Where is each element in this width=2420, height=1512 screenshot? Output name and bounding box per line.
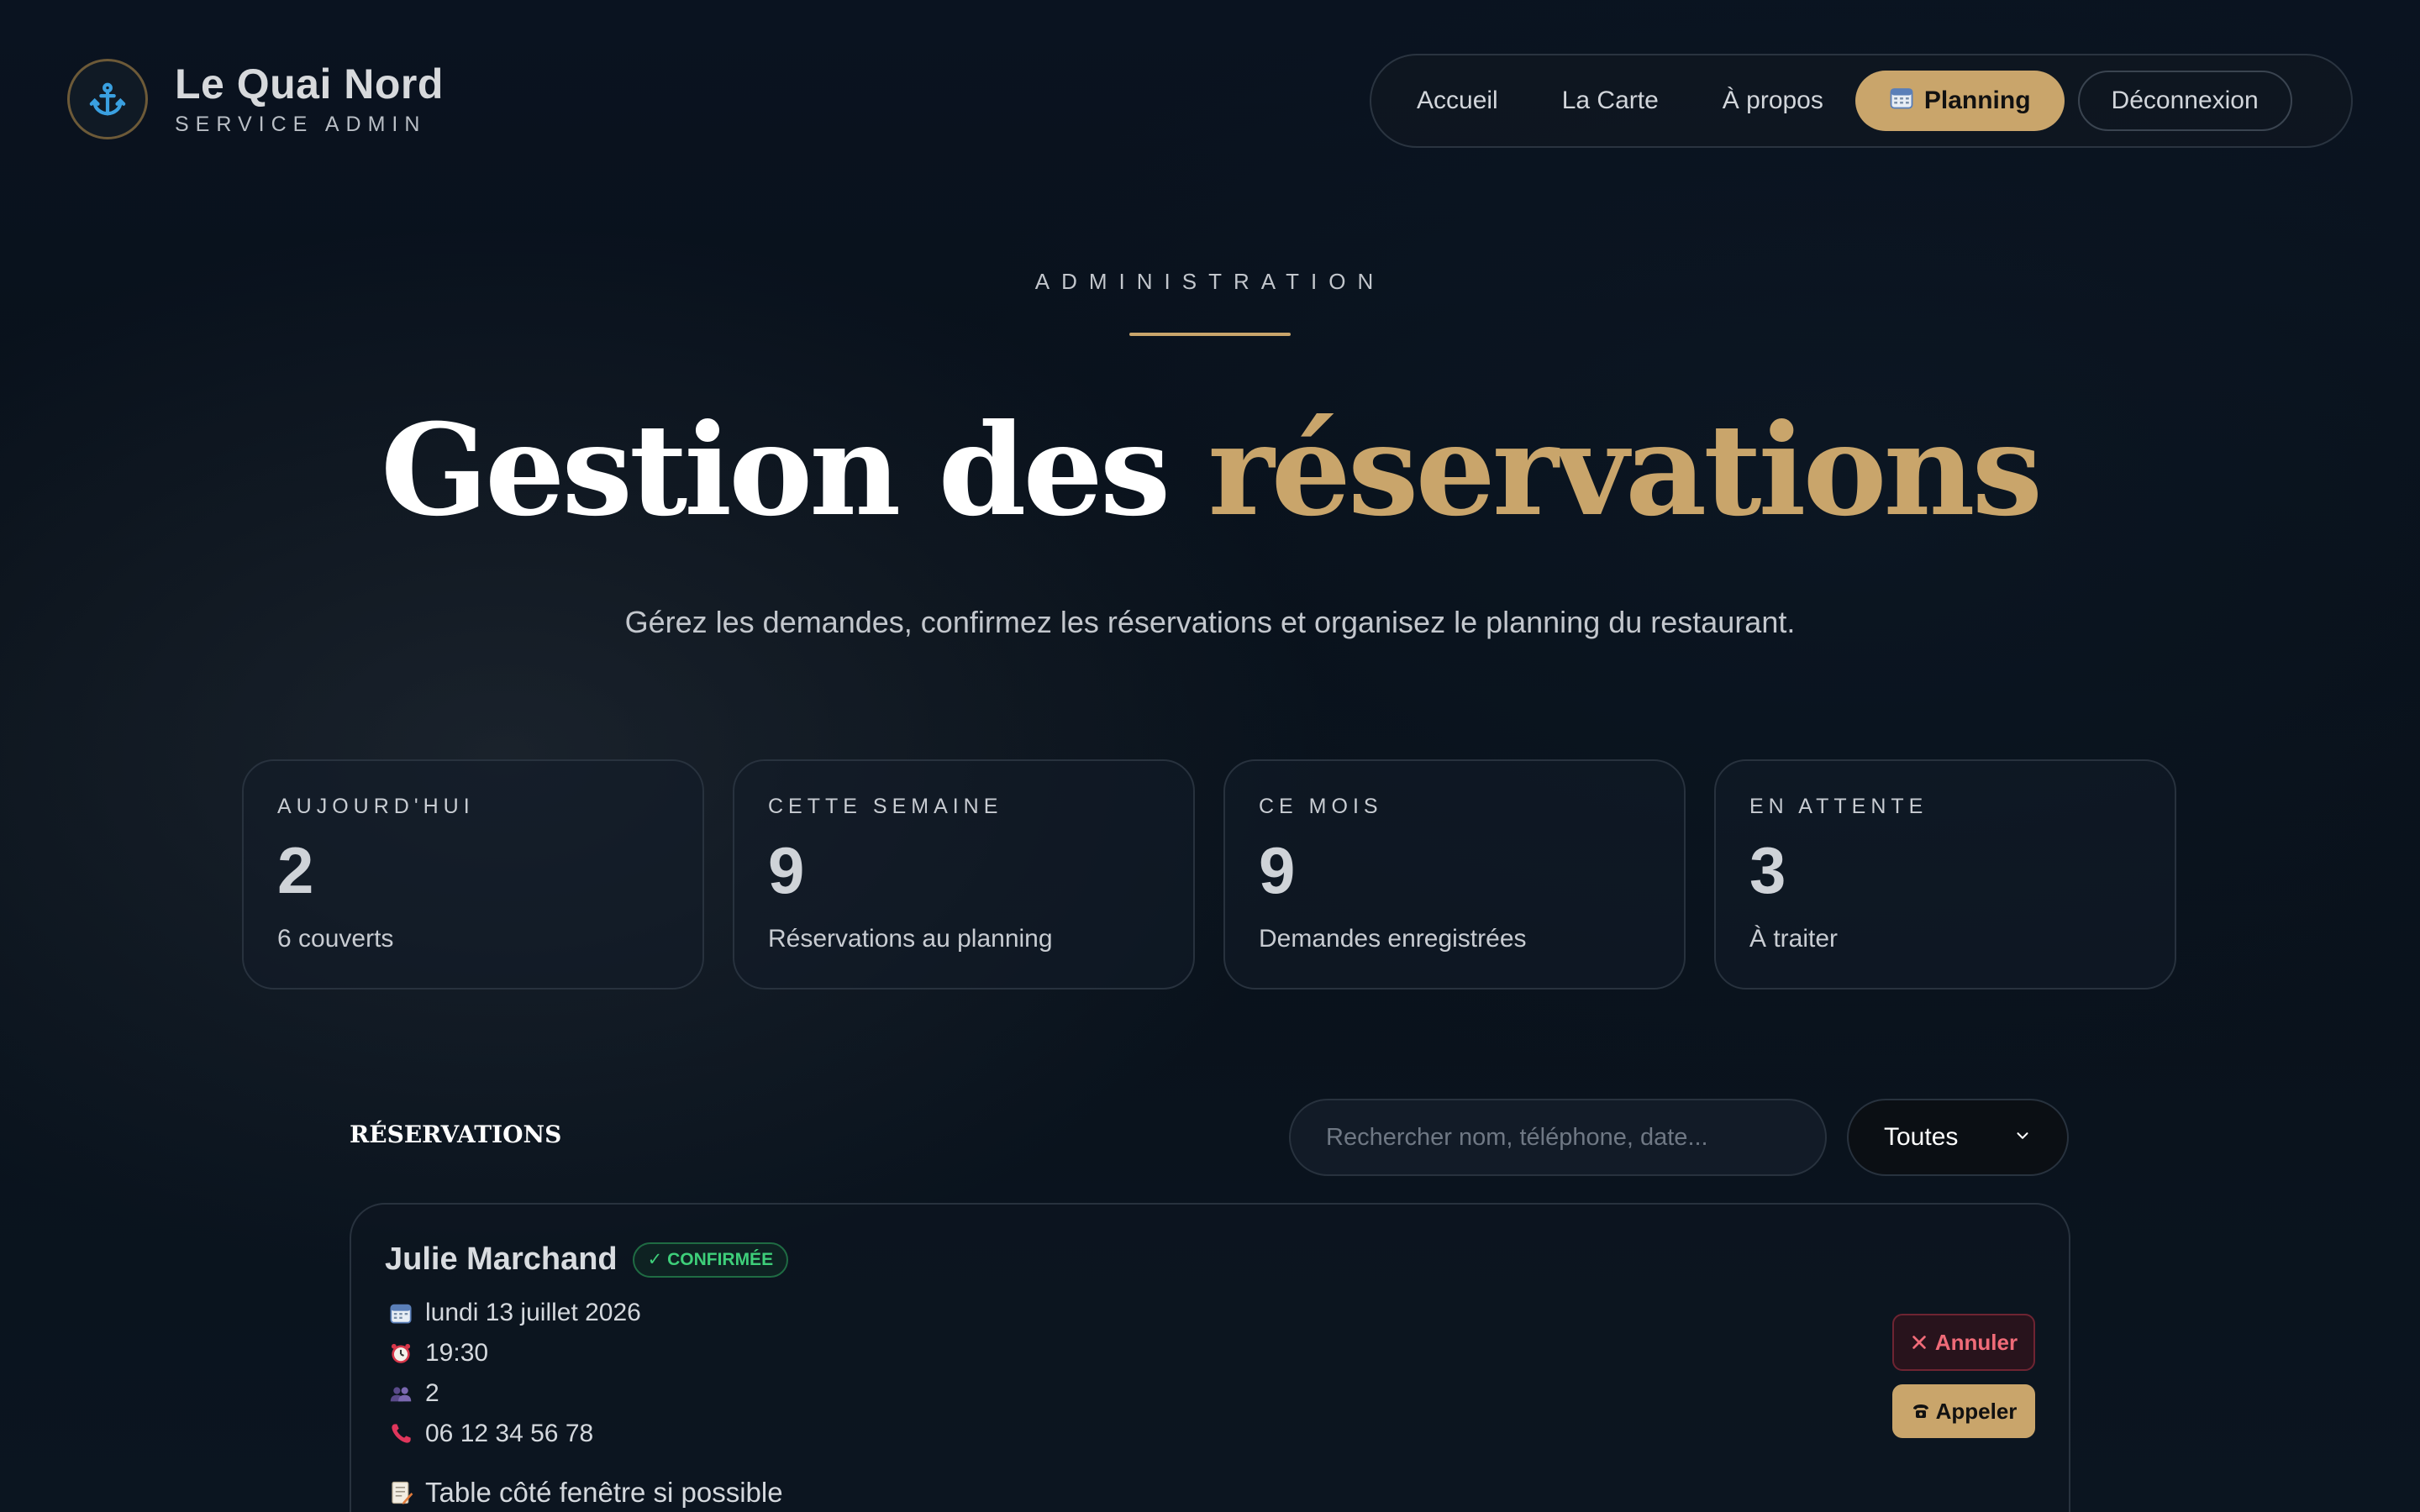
reservation-time-text: 19:30 bbox=[425, 1339, 489, 1367]
stat-card-pending: EN ATTENTE 3 À traiter bbox=[1714, 759, 2176, 990]
stat-desc: Réservations au planning bbox=[768, 925, 1053, 953]
phone-icon bbox=[388, 1421, 413, 1446]
brand-name: Le Quai Nord bbox=[175, 60, 444, 108]
stat-value: 9 bbox=[768, 833, 805, 907]
memo-icon bbox=[388, 1480, 413, 1505]
stat-value: 9 bbox=[1259, 833, 1296, 907]
cancel-label: Annuler bbox=[1934, 1329, 2018, 1355]
people-icon bbox=[388, 1381, 413, 1406]
stat-label: CE MOIS bbox=[1259, 795, 1383, 818]
reservation-date-text: lundi 13 juillet 2026 bbox=[425, 1299, 641, 1326]
nav-item-la-carte[interactable]: La Carte bbox=[1530, 71, 1691, 131]
brand-subtitle: SERVICE ADMIN bbox=[175, 113, 427, 136]
close-icon bbox=[1910, 1333, 1928, 1352]
calendar-icon bbox=[388, 1300, 413, 1326]
stat-card-today: AUJOURD'HUI 2 6 couverts bbox=[242, 759, 704, 990]
cancel-reservation-button[interactable]: Annuler bbox=[1892, 1314, 2035, 1371]
section-eyebrow: ADMINISTRATION bbox=[1034, 269, 1386, 294]
reservations-heading: RÉSERVATIONS bbox=[350, 1121, 562, 1148]
eyebrow-divider bbox=[1129, 333, 1291, 336]
anchor-icon bbox=[67, 59, 148, 139]
stat-card-month: CE MOIS 9 Demandes enregistrées bbox=[1223, 759, 1686, 990]
guest-name: Julie Marchand bbox=[385, 1242, 618, 1277]
reservation-note: Table côté fenêtre si possible bbox=[388, 1477, 783, 1509]
status-filter-select[interactable]: Toutes bbox=[1847, 1099, 2069, 1176]
telephone-icon bbox=[1911, 1401, 1931, 1421]
stats-row: AUJOURD'HUI 2 6 couverts CETTE SEMAINE 9… bbox=[242, 759, 2176, 990]
logout-button[interactable]: Déconnexion bbox=[2077, 71, 2292, 131]
reservation-time: 19:30 bbox=[388, 1339, 488, 1368]
stat-value: 3 bbox=[1749, 833, 1786, 907]
chevron-down-icon bbox=[2013, 1123, 2032, 1152]
stat-label: EN ATTENTE bbox=[1749, 795, 1928, 818]
nav-item-accueil[interactable]: Accueil bbox=[1385, 71, 1530, 131]
page-title-main: Gestion des bbox=[380, 396, 1171, 544]
page-title: Gestion des réservations bbox=[0, 395, 2420, 546]
admin-page: Le Quai Nord SERVICE ADMIN Accueil La Ca… bbox=[0, 0, 2420, 1512]
search-input[interactable]: Rechercher nom, téléphone, date... bbox=[1289, 1099, 1827, 1176]
reservation-note-text: Table côté fenêtre si possible bbox=[425, 1477, 783, 1508]
nav-item-a-propos[interactable]: À propos bbox=[1691, 71, 1855, 131]
page-title-accent: réservations bbox=[1207, 396, 2044, 544]
stat-desc: 6 couverts bbox=[277, 925, 394, 953]
nav-item-planning[interactable]: Planning bbox=[1854, 71, 2065, 131]
nav-item-planning-label: Planning bbox=[1923, 87, 2031, 114]
alarm-clock-icon bbox=[388, 1341, 413, 1366]
stat-desc: Demandes enregistrées bbox=[1259, 925, 1527, 953]
reservation-date: lundi 13 juillet 2026 bbox=[388, 1299, 641, 1327]
stat-desc: À traiter bbox=[1749, 925, 1839, 953]
call-button[interactable]: Appeler bbox=[1892, 1384, 2035, 1438]
page-subtitle: Gérez les demandes, confirmez les réserv… bbox=[624, 605, 1796, 639]
status-filter-value: Toutes bbox=[1884, 1123, 1959, 1151]
reservation-phone: 06 12 34 56 78 bbox=[388, 1420, 593, 1448]
stat-label: AUJOURD'HUI bbox=[277, 795, 475, 818]
reservation-guests-text: 2 bbox=[425, 1379, 439, 1407]
search-placeholder: Rechercher nom, téléphone, date... bbox=[1326, 1123, 1708, 1151]
reservation-phone-text: 06 12 34 56 78 bbox=[425, 1420, 594, 1447]
calendar-icon bbox=[1889, 85, 1914, 117]
call-label: Appeler bbox=[1935, 1398, 2018, 1424]
reservation-guests: 2 bbox=[388, 1379, 439, 1408]
stat-label: CETTE SEMAINE bbox=[768, 795, 1003, 818]
stat-value: 2 bbox=[277, 833, 314, 907]
reservation-card: Julie Marchand ✓ CONFIRMÉE lundi 13 juil… bbox=[350, 1203, 2070, 1512]
stat-card-week: CETTE SEMAINE 9 Réservations au planning bbox=[733, 759, 1195, 990]
brand[interactable]: Le Quai Nord SERVICE ADMIN bbox=[67, 59, 444, 139]
status-badge: ✓ CONFIRMÉE bbox=[632, 1242, 789, 1278]
main-nav: Accueil La Carte À propos Planning Décon… bbox=[1370, 54, 2353, 148]
